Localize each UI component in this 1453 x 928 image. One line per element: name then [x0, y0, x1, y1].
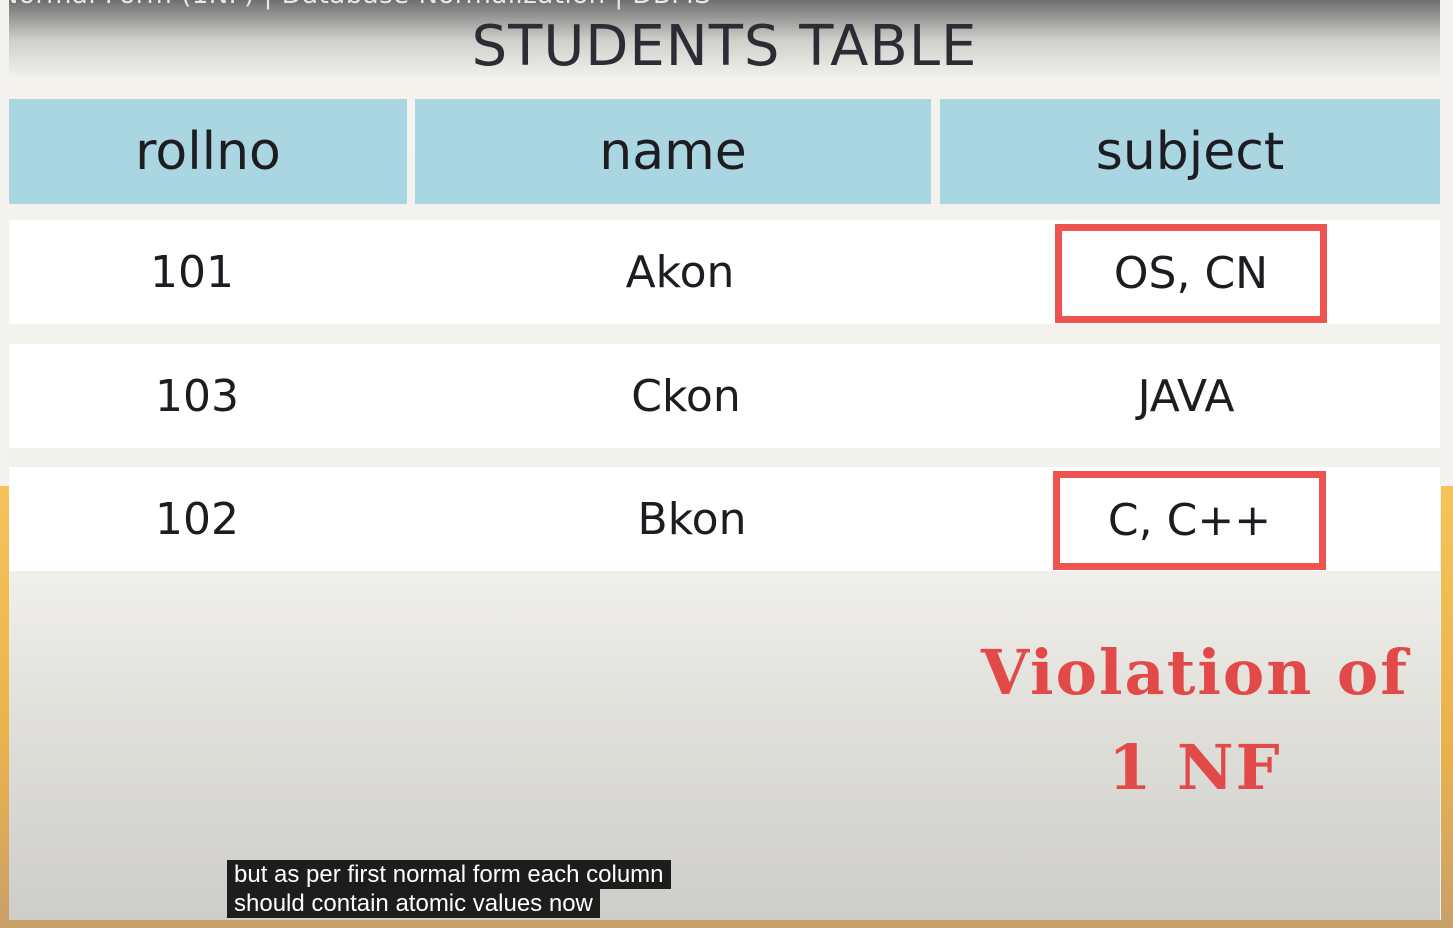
cell-subject: OS, CN — [1113, 248, 1269, 299]
subtitles: but as per first normal form each column… — [227, 860, 671, 918]
cell-subject: JAVA — [1137, 370, 1235, 422]
cell-name: Ckon — [631, 370, 741, 422]
cell-name: Akon — [625, 246, 735, 298]
highlight-box-subject: OS, CN — [1055, 224, 1327, 323]
table-row: 103 Ckon JAVA — [9, 344, 1440, 448]
highlight-box-subject: C, C++ — [1053, 471, 1326, 570]
video-title-strip: Normal Form (1NF) | Database Normalizati… — [9, 0, 1440, 10]
subtitle-line-1: but as per first normal form each column — [227, 860, 671, 889]
cell-name: Bkon — [637, 493, 747, 545]
cell-subject: C, C++ — [1107, 495, 1272, 546]
violation-label: Violation of — [981, 636, 1409, 709]
video-frame: Normal Form (1NF) | Database Normalizati… — [0, 0, 1453, 928]
table-title: STUDENTS TABLE — [471, 14, 978, 79]
column-header-subject: subject — [940, 99, 1440, 204]
column-header-rollno: rollno — [9, 99, 407, 204]
gold-border-right — [1441, 486, 1453, 928]
gold-border-bottom — [0, 920, 1453, 928]
violation-label-1nf: 1 NF — [1108, 731, 1282, 804]
column-header-name: name — [415, 99, 931, 204]
cell-rollno: 101 — [150, 246, 234, 298]
video-title: Normal Form (1NF) | Database Normalizati… — [9, 0, 711, 10]
subtitle-line-2: should contain atomic values now — [227, 889, 600, 918]
cell-rollno: 102 — [155, 493, 239, 545]
cell-rollno: 103 — [155, 370, 239, 422]
